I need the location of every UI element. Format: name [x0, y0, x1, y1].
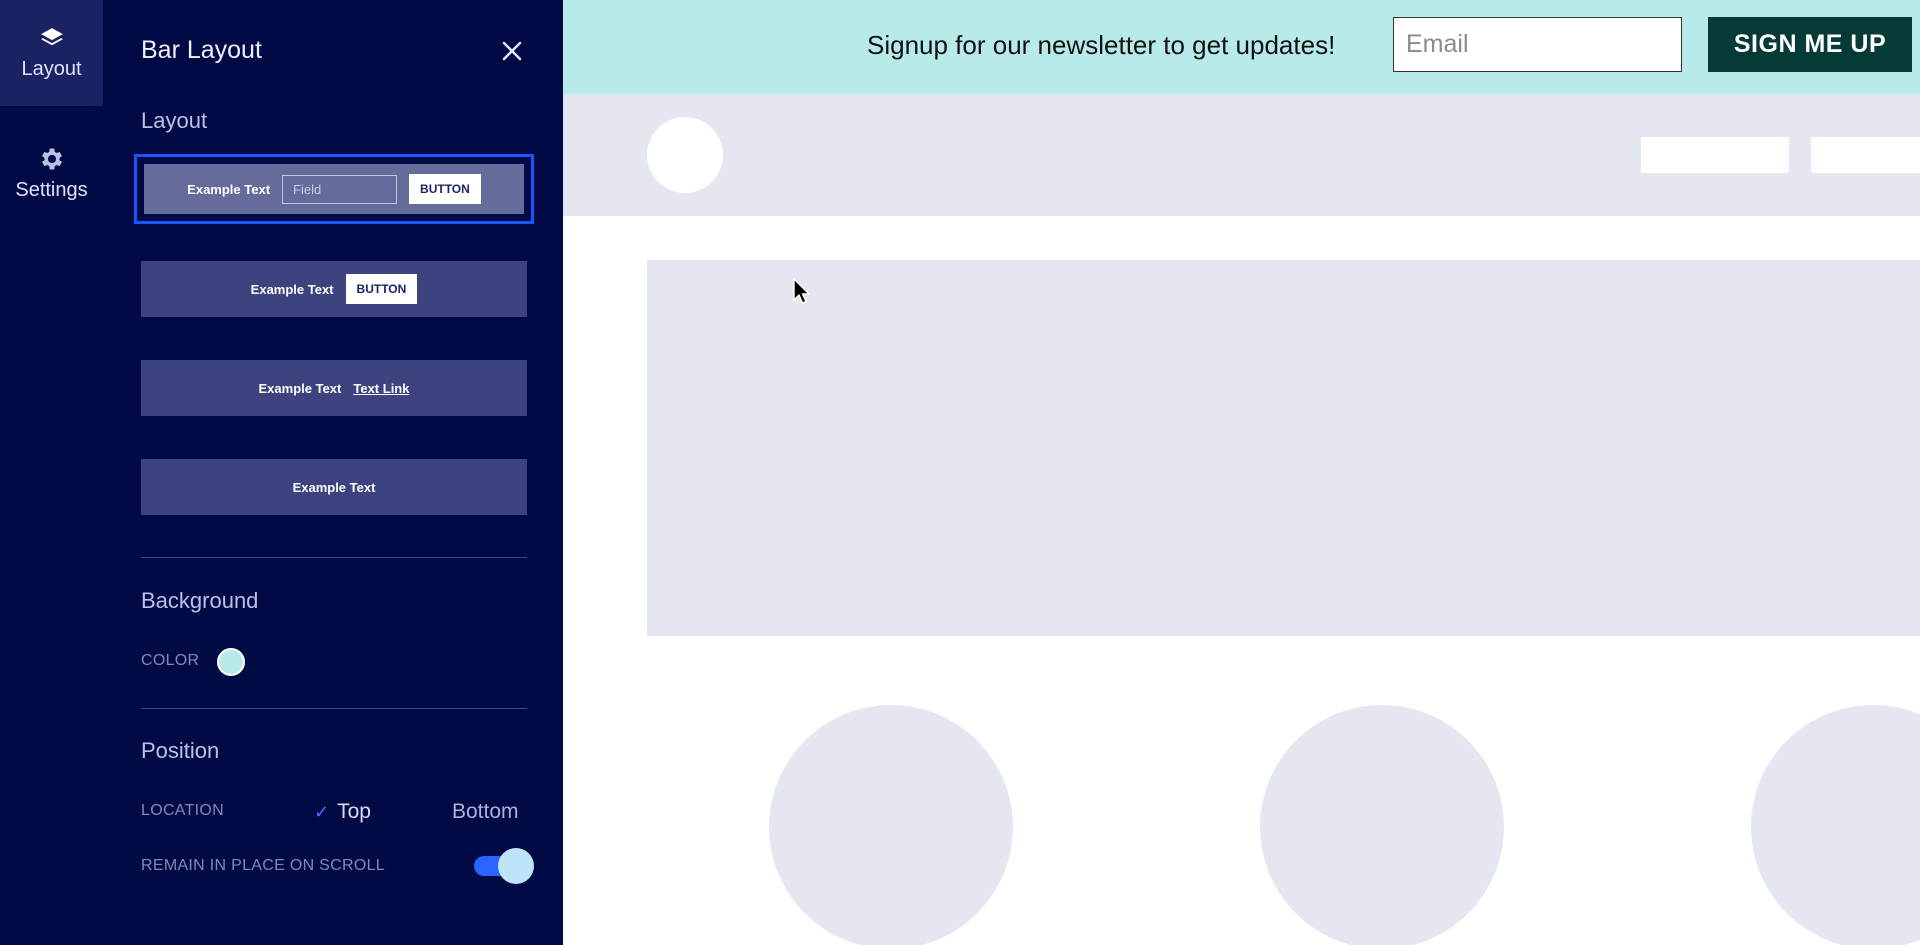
layout-option-text: Example Text: [292, 479, 376, 495]
location-option-label: Top: [337, 800, 371, 823]
newsletter-text: Signup for our newsletter to get updates…: [867, 30, 1336, 60]
layout-option-button[interactable]: Example Text BUTTON: [141, 261, 527, 317]
layout-option-link: Text Link: [353, 380, 410, 396]
side-rail: Layout Settings: [0, 0, 103, 945]
section-divider: [141, 557, 527, 558]
site-preview: Signup for our newsletter to get updates…: [563, 0, 1920, 945]
newsletter-bar: Signup for our newsletter to get updates…: [563, 0, 1920, 94]
feature-circle-placeholder: [1751, 705, 1920, 945]
rail-item-settings[interactable]: Settings: [0, 120, 103, 226]
section-divider: [141, 708, 527, 709]
layout-option-text-link[interactable]: Example Text Text Link: [141, 360, 527, 416]
newsletter-email-input[interactable]: Email: [1393, 17, 1682, 72]
background-section-heading: Background: [141, 588, 259, 613]
rail-item-label: Layout: [21, 57, 82, 80]
hero-placeholder: [647, 260, 1920, 636]
layout-option-button-label: BUTTON: [345, 274, 418, 304]
bar-layout-panel: Bar Layout Layout Example Text Field BUT…: [103, 0, 563, 945]
location-option-top[interactable]: ✓ Top: [314, 800, 371, 824]
layout-option-text: Example Text: [250, 281, 334, 297]
layout-option-text-only[interactable]: Example Text: [141, 459, 527, 515]
layout-option-field: Field: [282, 174, 398, 204]
gear-icon: [38, 145, 66, 173]
mouse-cursor-icon: [793, 278, 811, 311]
layers-icon: [39, 26, 65, 52]
sign-me-up-button[interactable]: SIGN ME UP: [1708, 17, 1912, 72]
close-icon: [502, 41, 522, 61]
site-header-placeholder: [563, 94, 1920, 216]
location-label: LOCATION: [141, 802, 225, 819]
rail-item-layout[interactable]: Layout: [0, 0, 103, 106]
layout-option-field-button[interactable]: Example Text Field BUTTON: [134, 154, 534, 224]
location-option-label: Bottom: [452, 800, 519, 823]
feature-circle-placeholder: [769, 705, 1013, 945]
close-button[interactable]: [499, 38, 525, 64]
layout-section-heading: Layout: [141, 108, 208, 133]
check-icon: ✓: [314, 801, 330, 822]
rail-item-label: Settings: [15, 178, 88, 201]
position-section-heading: Position: [141, 738, 220, 763]
layout-option-text: Example Text: [258, 380, 342, 396]
color-label: COLOR: [141, 652, 200, 669]
layout-option-button: BUTTON: [409, 174, 481, 204]
toggle-knob: [498, 848, 534, 884]
background-color-swatch[interactable]: [217, 648, 245, 676]
nav-placeholder: [1641, 137, 1789, 173]
remain-in-place-label: REMAIN IN PLACE ON SCROLL: [141, 857, 385, 874]
nav-placeholder: [1811, 137, 1920, 173]
feature-circle-placeholder: [1260, 705, 1504, 945]
location-option-bottom[interactable]: Bottom: [452, 800, 519, 824]
logo-placeholder: [647, 117, 723, 193]
panel-title: Bar Layout: [141, 36, 262, 64]
remain-in-place-toggle[interactable]: [472, 848, 536, 884]
layout-option-text: Example Text: [187, 181, 271, 197]
